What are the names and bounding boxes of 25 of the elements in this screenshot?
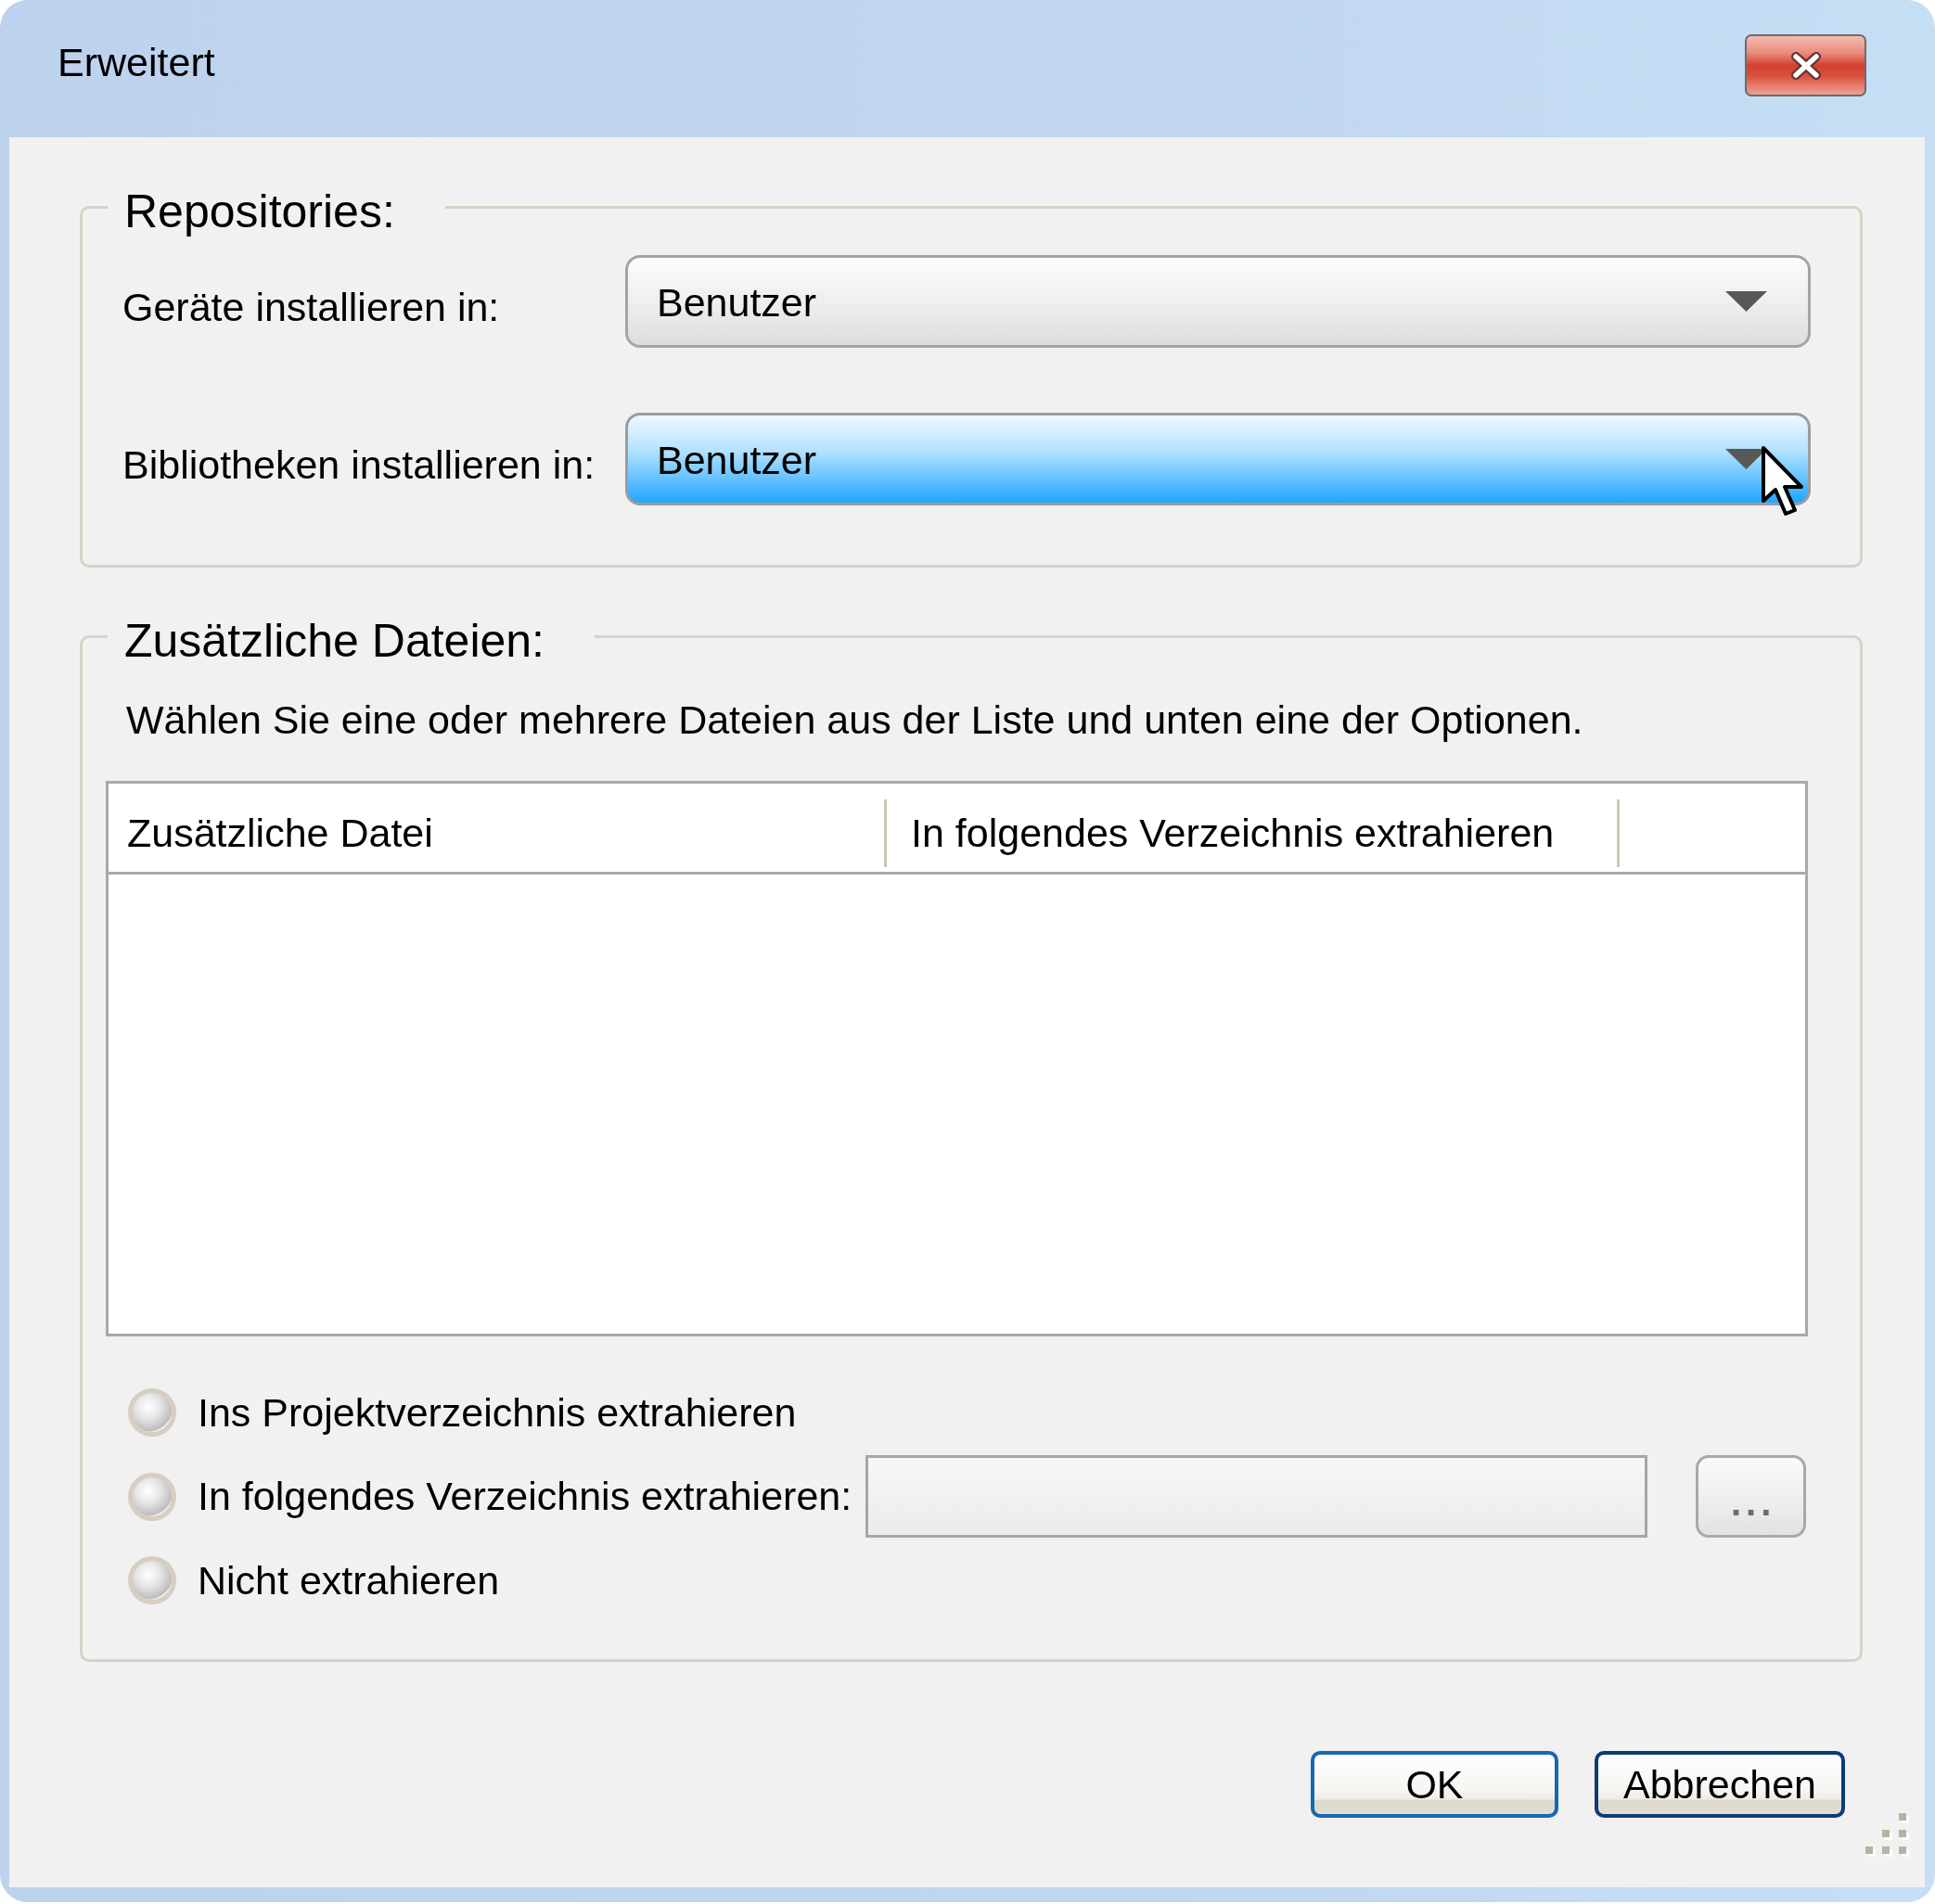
group-title: Repositories: <box>124 185 395 238</box>
resize-grip-icon[interactable] <box>1865 1813 1909 1857</box>
radio-button[interactable] <box>128 1388 176 1437</box>
caret-icon <box>1725 291 1767 312</box>
browse-button[interactable]: ... <box>1696 1455 1807 1538</box>
path-input-field[interactable] <box>865 1455 1648 1538</box>
radio-button[interactable] <box>128 1556 176 1604</box>
cancel-button[interactable]: Abbrechen <box>1595 1751 1845 1818</box>
radio-label[interactable]: In folgendes Verzeichnis extrahieren: <box>198 1474 852 1519</box>
column-header[interactable]: Zusätzliche Datei <box>109 811 884 856</box>
group-title: Zusätzliche Dateien: <box>124 615 545 668</box>
radio-label[interactable]: Ins Projektverzeichnis extrahieren <box>198 1389 797 1436</box>
column-header[interactable]: In folgendes Verzeichnis extrahieren <box>887 811 1617 856</box>
field-label: Bibliotheken installieren in: <box>122 441 596 488</box>
radio-label[interactable]: Nicht extrahieren <box>198 1557 500 1604</box>
field-label: Geräte installieren in: <box>122 283 501 330</box>
instruction-text: Wählen Sie eine oder mehrere Dateien aus der Liste und unten eine der Optionen. <box>126 697 1584 743</box>
radio-button[interactable] <box>128 1472 176 1521</box>
mouse-pointer-icon <box>1761 445 1805 518</box>
close-button[interactable] <box>1745 34 1866 96</box>
ok-button[interactable]: OK <box>1311 1751 1558 1818</box>
close-icon <box>1789 51 1822 80</box>
window-title: Erweitert <box>58 40 215 85</box>
dropdown[interactable]: Benutzer <box>625 413 1811 505</box>
dropdown[interactable]: Benutzer <box>625 255 1811 348</box>
